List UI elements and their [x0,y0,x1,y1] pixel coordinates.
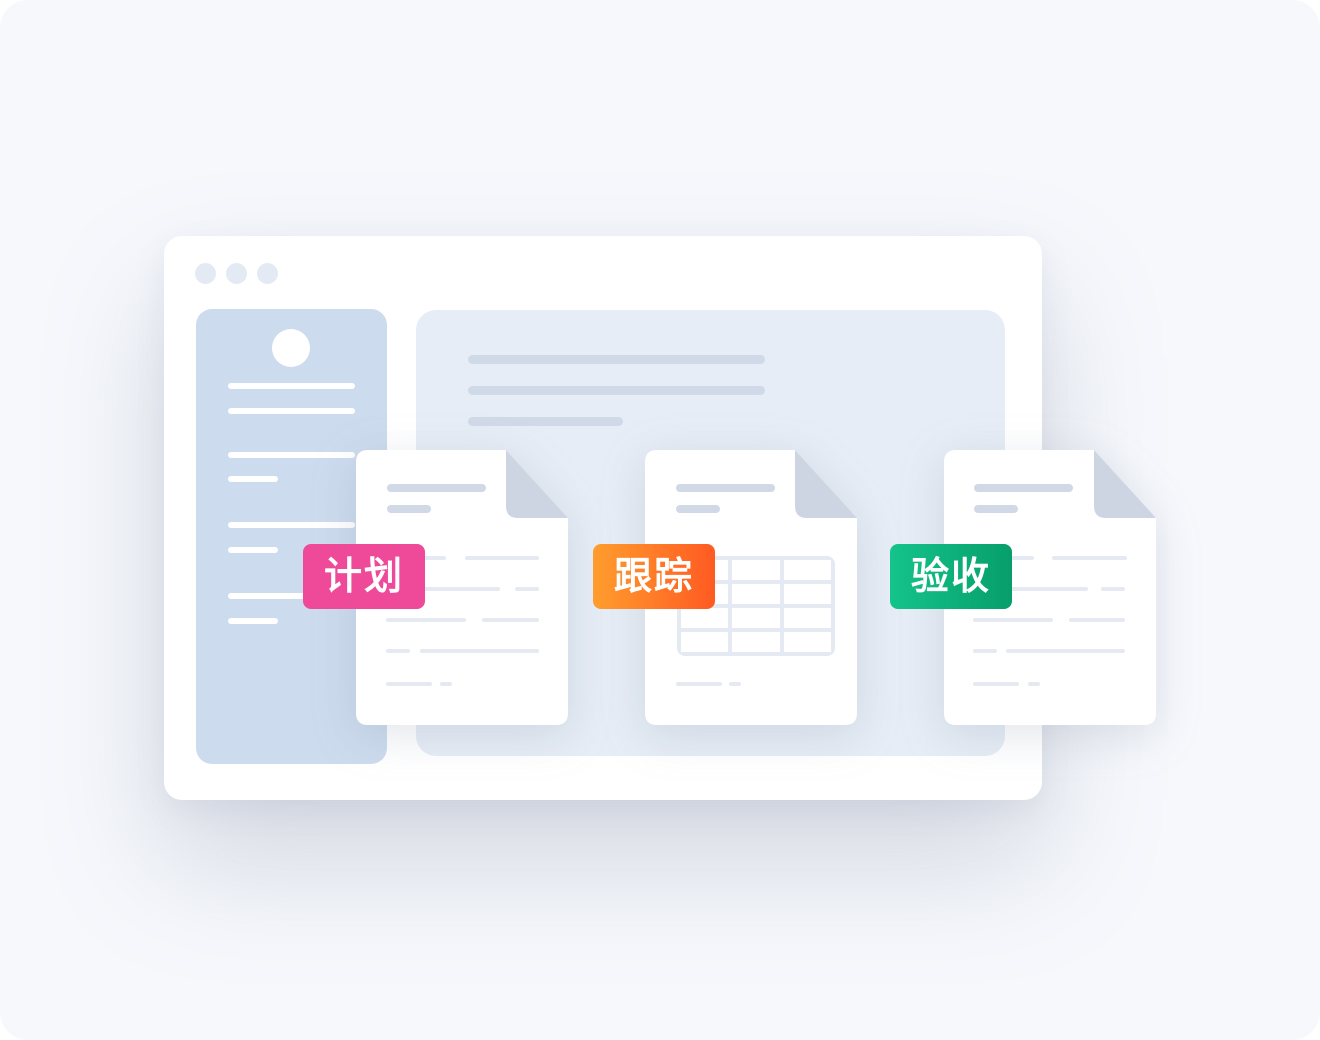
sidebar-line [228,452,355,458]
doc-line [386,649,410,653]
doc-line [440,682,452,686]
app-window [164,236,1042,800]
sidebar-line [228,383,355,389]
doc-line [386,682,432,686]
doc-line [1010,587,1088,591]
doc-line [1101,587,1125,591]
doc-line [465,556,539,560]
tag-plan: 计划 [303,544,425,609]
doc-line [973,649,997,653]
doc-line [1006,649,1125,653]
sidebar-line [228,618,278,624]
doc-title-bar [676,505,720,513]
sidebar-line [228,522,355,528]
doc-line [676,682,722,686]
doc-line [482,618,539,622]
window-dot-1 [195,263,216,284]
window-dot-3 [257,263,278,284]
avatar [272,329,310,367]
doc-line [973,618,1053,622]
doc-line [422,556,446,560]
sidebar-line [228,408,355,414]
doc-title-bar [974,505,1018,513]
doc-title-bar [387,484,486,492]
doc-title-bar [387,505,431,513]
doc-line [729,682,741,686]
doc-line [386,618,466,622]
sidebar-line [228,547,278,553]
doc-line [420,649,539,653]
tag-accept: 验收 [890,544,1012,609]
content-line [468,355,765,364]
tag-track: 跟踪 [593,544,715,609]
doc-line [973,682,1019,686]
doc-line [515,587,539,591]
window-dot-2 [226,263,247,284]
doc-title-bar [974,484,1073,492]
content-line [468,386,765,395]
content-line [468,417,623,426]
doc-title-bar [676,484,775,492]
illustration-canvas: 计划 跟踪 验收 [0,0,1320,1040]
doc-line [1052,556,1127,560]
doc-line [422,587,500,591]
doc-line [1069,618,1125,622]
sidebar-line [228,476,278,482]
doc-line [1028,682,1040,686]
doc-line [1010,556,1034,560]
